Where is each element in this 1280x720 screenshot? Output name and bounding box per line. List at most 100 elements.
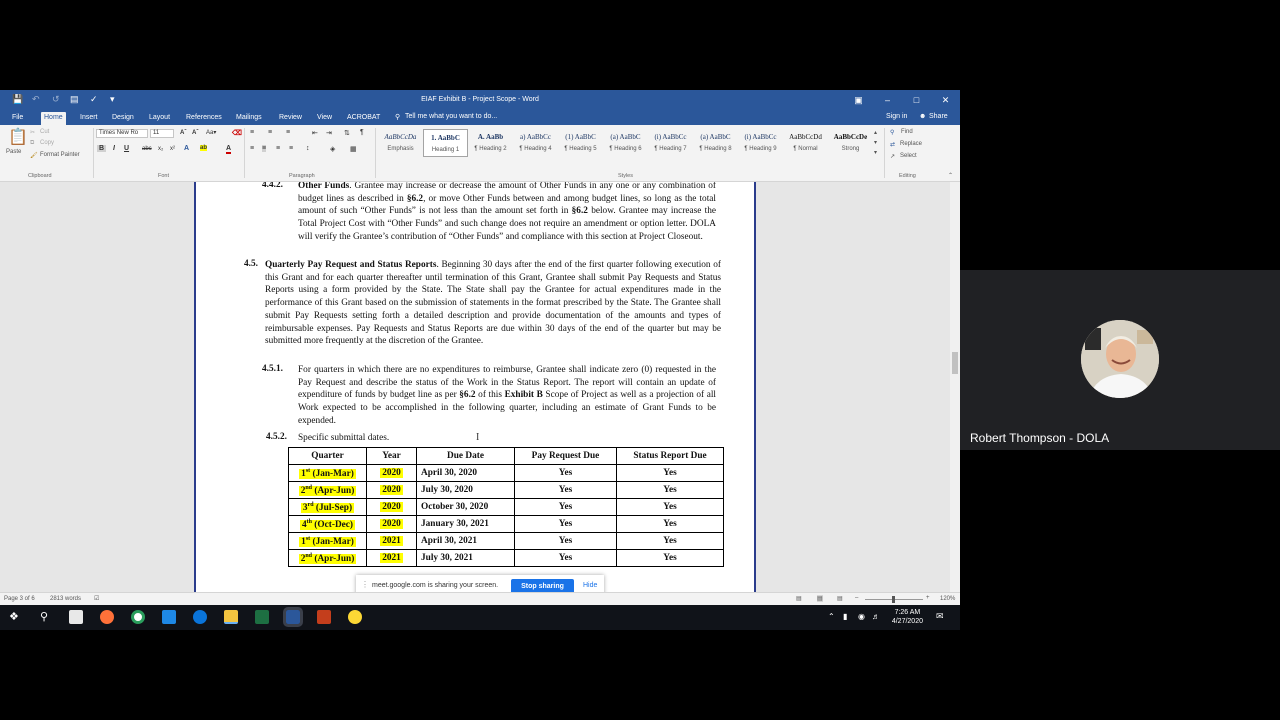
strikethrough-icon[interactable]: abc <box>142 146 152 152</box>
read-mode-icon[interactable]: ▤ <box>796 595 802 602</box>
tab-home[interactable]: Home <box>41 112 66 125</box>
tab-design[interactable]: Design <box>109 112 137 125</box>
superscript-icon[interactable]: x² <box>170 146 175 152</box>
page-count[interactable]: Page 3 of 6 <box>4 596 35 602</box>
mail-icon[interactable] <box>162 610 176 624</box>
share-button[interactable]: Share <box>929 113 948 120</box>
align-left-icon[interactable]: ≡ <box>250 145 254 152</box>
style-heading-9[interactable]: (i) AaBbCc ¶ Heading 9 <box>738 129 783 157</box>
shading-icon[interactable]: ◈ <box>330 145 335 153</box>
scrollbar-thumb[interactable] <box>952 352 958 374</box>
tab-view[interactable]: View <box>314 112 335 125</box>
copy-button[interactable]: Copy <box>40 140 54 146</box>
sign-in-link[interactable]: Sign in <box>886 113 907 120</box>
increase-indent-icon[interactable]: ⇥ <box>326 129 332 137</box>
tab-mailings[interactable]: Mailings <box>233 112 265 125</box>
replace-button[interactable]: Replace <box>900 141 922 147</box>
close-button[interactable]: ✕ <box>931 90 960 110</box>
paste-icon[interactable]: 📋 <box>8 127 28 147</box>
notifications-icon[interactable]: ✉ <box>936 611 944 622</box>
tab-layout[interactable]: Layout <box>146 112 173 125</box>
document-canvas[interactable]: 4.4.2. Other Funds. Grantee may increase… <box>0 182 950 592</box>
firefox-icon[interactable] <box>100 610 114 624</box>
justify-icon[interactable]: ≡ <box>289 145 293 152</box>
style-heading-5[interactable]: (1) AaBbC ¶ Heading 5 <box>558 129 603 157</box>
format-painter-button[interactable]: Format Painter <box>40 152 80 158</box>
file-explorer-icon[interactable] <box>224 610 238 624</box>
style-heading-4[interactable]: a) AaBbCc ¶ Heading 4 <box>513 129 558 157</box>
excel-icon[interactable] <box>255 610 269 624</box>
word-count[interactable]: 2813 words <box>50 596 81 602</box>
style-heading-1[interactable]: 1. AaBbC Heading 1 <box>423 129 468 157</box>
decrease-indent-icon[interactable]: ⇤ <box>312 129 318 137</box>
subscript-icon[interactable]: x₂ <box>158 146 163 152</box>
chrome-app-icon[interactable] <box>348 610 362 624</box>
style-normal[interactable]: AaBbCcDd ¶ Normal <box>783 129 828 157</box>
show-hidden-icons-icon[interactable]: ⌃ <box>828 612 835 621</box>
bullets-icon[interactable]: ≡ <box>250 129 254 136</box>
clock[interactable]: 7:26 AM 4/27/2020 <box>892 608 923 626</box>
tab-review[interactable]: Review <box>276 112 305 125</box>
multilevel-list-icon[interactable]: ≡ <box>286 129 290 136</box>
tab-references[interactable]: References <box>183 112 225 125</box>
grow-font-icon[interactable]: Aˆ <box>180 130 186 136</box>
style-heading-2[interactable]: A. AaBb ¶ Heading 2 <box>468 129 513 157</box>
bold-icon[interactable]: B <box>97 145 107 152</box>
paste-button[interactable]: Paste <box>6 149 21 155</box>
align-center-icon[interactable]: ≡ <box>262 145 267 152</box>
tab-insert[interactable]: Insert <box>77 112 101 125</box>
hide-button[interactable]: Hide <box>583 582 597 589</box>
zoom-out-icon[interactable]: – <box>855 595 858 601</box>
zoom-slider-thumb[interactable] <box>892 596 895 603</box>
proofing-icon[interactable]: ☑ <box>94 595 99 602</box>
style-heading-8[interactable]: (a) AaBbC ¶ Heading 8 <box>693 129 738 157</box>
web-layout-icon[interactable]: ▤ <box>837 595 843 602</box>
battery-icon[interactable]: ▮ <box>843 612 847 621</box>
vertical-scrollbar[interactable] <box>950 182 960 592</box>
maximize-button[interactable]: □ <box>902 90 931 110</box>
zoom-level[interactable]: 120% <box>940 596 955 602</box>
collapse-ribbon-icon[interactable]: ⌃ <box>948 172 953 179</box>
tab-file[interactable]: File <box>9 112 26 125</box>
tell-me-box[interactable]: Tell me what you want to do... <box>405 113 497 120</box>
print-layout-icon[interactable]: ▤ <box>817 595 823 602</box>
font-color-icon[interactable]: A <box>226 145 232 154</box>
style-emphasis[interactable]: AaBbCcDa Emphasis <box>378 129 423 157</box>
text-effects-icon[interactable]: A <box>184 145 189 152</box>
volume-icon[interactable]: ♬ <box>872 612 880 621</box>
drag-handle-icon[interactable]: ⋮ <box>361 580 369 589</box>
zoom-in-icon[interactable]: + <box>926 595 930 601</box>
document-page[interactable]: 4.4.2. Other Funds. Grantee may increase… <box>194 182 756 592</box>
show-marks-icon[interactable]: ¶ <box>360 129 364 136</box>
highlight-color-icon[interactable]: ab <box>200 145 208 151</box>
style-strong[interactable]: AaBbCcDe Strong <box>828 129 873 157</box>
find-button[interactable]: Find <box>901 129 913 135</box>
search-icon[interactable]: ⚲ <box>40 610 48 623</box>
italic-icon[interactable]: I <box>113 145 115 152</box>
font-size-box[interactable]: 11 <box>150 129 174 138</box>
line-spacing-icon[interactable]: ↕ <box>306 145 310 152</box>
powerpoint-icon[interactable] <box>317 610 331 624</box>
style-heading-6[interactable]: (a) AaBbC ¶ Heading 6 <box>603 129 648 157</box>
styles-more-icon[interactable]: ▾ <box>874 149 877 156</box>
numbering-icon[interactable]: ≡ <box>268 129 272 136</box>
styles-scroll-up-icon[interactable]: ▴ <box>874 129 877 136</box>
edge-icon[interactable] <box>193 610 207 624</box>
shrink-font-icon[interactable]: Aˇ <box>192 130 198 136</box>
style-heading-7[interactable]: (i) AaBbCc ¶ Heading 7 <box>648 129 693 157</box>
underline-icon[interactable]: U <box>124 145 129 152</box>
ribbon-display-icon[interactable]: ▣ <box>844 90 873 110</box>
change-case-icon[interactable]: Aa▾ <box>206 129 216 136</box>
styles-scroll-down-icon[interactable]: ▾ <box>874 139 877 146</box>
windows-start-icon[interactable]: ❖ <box>9 610 19 623</box>
chrome-icon[interactable] <box>131 610 145 624</box>
minimize-button[interactable]: – <box>873 90 902 110</box>
tab-acrobat[interactable]: ACROBAT <box>344 112 383 125</box>
font-name-box[interactable]: Times New Ro <box>96 129 148 138</box>
store-icon[interactable] <box>69 610 83 624</box>
select-button[interactable]: Select <box>900 153 917 159</box>
sort-icon[interactable]: ⇅ <box>344 129 350 137</box>
clear-formatting-icon[interactable]: ⌫ <box>232 129 242 137</box>
cut-button[interactable]: Cut <box>40 129 49 135</box>
word-icon[interactable] <box>283 607 303 627</box>
